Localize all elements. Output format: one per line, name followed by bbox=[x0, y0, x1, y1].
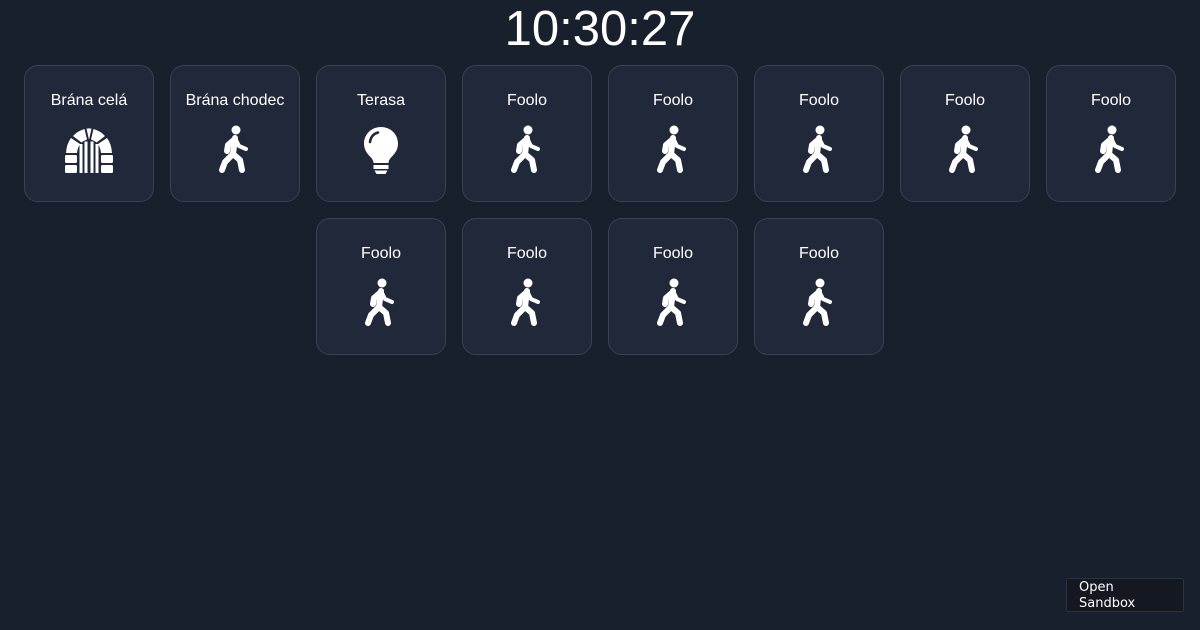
tile-label: Foolo bbox=[798, 92, 840, 109]
walk-icon bbox=[939, 124, 991, 176]
walk-icon bbox=[209, 124, 261, 176]
tile-brana-cela[interactable]: Brána celá bbox=[24, 65, 154, 202]
tile-label: Foolo bbox=[506, 92, 548, 109]
tile-foolo[interactable]: Foolo bbox=[608, 218, 738, 355]
tile-label: Foolo bbox=[798, 245, 840, 262]
tile-label: Foolo bbox=[360, 245, 402, 262]
tile-foolo[interactable]: Foolo bbox=[1046, 65, 1176, 202]
tile-label: Foolo bbox=[652, 92, 694, 109]
walk-icon bbox=[355, 277, 407, 329]
clock-display: 10:30:27 bbox=[504, 2, 696, 56]
walk-icon bbox=[647, 277, 699, 329]
tile-label: Terasa bbox=[356, 92, 406, 109]
tile-row-1: Brána celá Brána chodec Terasa Foolo Foo… bbox=[0, 65, 1200, 202]
tile-foolo[interactable]: Foolo bbox=[316, 218, 446, 355]
tile-foolo[interactable]: Foolo bbox=[608, 65, 738, 202]
tile-label: Brána celá bbox=[50, 92, 128, 109]
tile-terasa[interactable]: Terasa bbox=[316, 65, 446, 202]
walk-icon bbox=[1085, 124, 1137, 176]
walk-icon bbox=[793, 277, 845, 329]
tile-foolo[interactable]: Foolo bbox=[462, 65, 592, 202]
open-sandbox-button[interactable]: Open Sandbox bbox=[1066, 578, 1184, 612]
walk-icon bbox=[793, 124, 845, 176]
tile-grid: Brána celá Brána chodec Terasa Foolo Foo… bbox=[0, 65, 1200, 371]
walk-icon bbox=[501, 124, 553, 176]
tile-label: Foolo bbox=[506, 245, 548, 262]
tile-label: Foolo bbox=[944, 92, 986, 109]
tile-foolo[interactable]: Foolo bbox=[754, 218, 884, 355]
tile-row-2: Foolo Foolo Foolo Foolo bbox=[0, 218, 1200, 355]
tile-foolo[interactable]: Foolo bbox=[900, 65, 1030, 202]
tile-foolo[interactable]: Foolo bbox=[462, 218, 592, 355]
tile-foolo[interactable]: Foolo bbox=[754, 65, 884, 202]
tile-brana-chodec[interactable]: Brána chodec bbox=[170, 65, 300, 202]
walk-icon bbox=[647, 124, 699, 176]
tile-label: Foolo bbox=[1090, 92, 1132, 109]
dashboard-page: 10:30:27 Brána celá Brána chodec Terasa … bbox=[0, 0, 1200, 630]
tile-label: Brána chodec bbox=[185, 92, 285, 109]
gate-arch-icon bbox=[63, 124, 115, 176]
tile-label: Foolo bbox=[652, 245, 694, 262]
walk-icon bbox=[501, 277, 553, 329]
lightbulb-icon bbox=[355, 124, 407, 176]
